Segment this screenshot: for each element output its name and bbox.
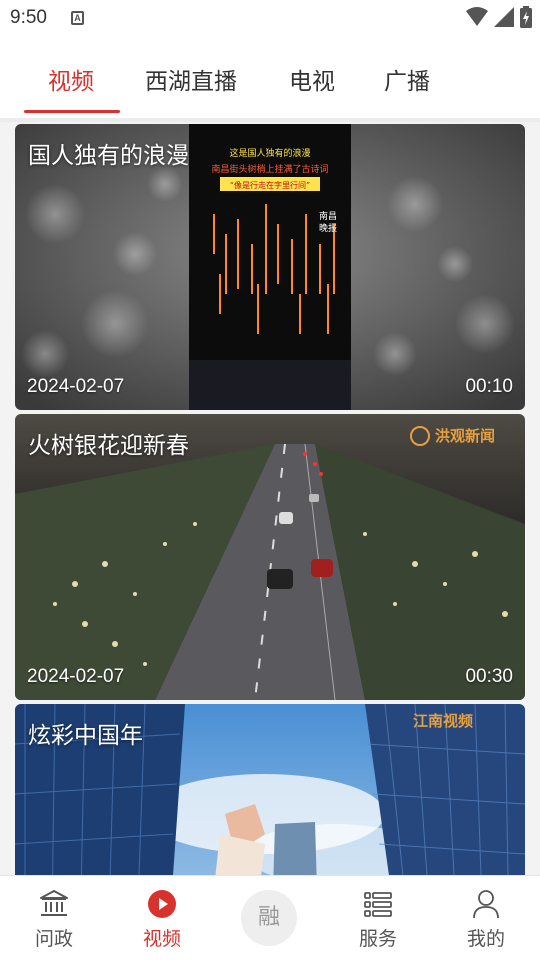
overlay-line-2: 南昌街头树梢上挂满了古诗词 — [211, 163, 328, 175]
nav-item-rong[interactable]: 融 — [216, 876, 324, 960]
status-time: 9:50 — [10, 7, 47, 28]
nav-item-services[interactable]: 服务 — [324, 876, 432, 960]
nav-label: 视频 — [142, 928, 181, 950]
overlay-line-4: 南昌 — [319, 210, 337, 222]
video-duration: 00:10 — [465, 376, 513, 397]
wifi-icon — [466, 7, 488, 26]
video-list[interactable]: 这是国人独有的浪漫 南昌街头树梢上挂满了古诗词 “像是行走在字里行间” 南昌 晚… — [0, 122, 540, 875]
video-title: 炫彩中国年 — [28, 723, 143, 749]
nav-item-wenzheng[interactable]: 问政 — [0, 876, 108, 960]
overlay-line-5: 晚报 — [319, 222, 337, 234]
video-date: 2024-02-07 — [27, 666, 125, 687]
government-building-icon — [40, 890, 68, 916]
bottom-nav: 问政 视频 融 服务 我的 — [0, 875, 540, 960]
notification-a-icon: A — [71, 11, 84, 25]
tab-tv[interactable]: 电视 — [289, 62, 335, 96]
video-card[interactable]: 江南视频 炫彩中国年 — [15, 704, 525, 875]
rong-center-icon: 融 — [241, 890, 297, 946]
active-tab-indicator — [24, 110, 120, 113]
play-circle-icon — [148, 890, 176, 918]
tab-video[interactable]: 视频 — [48, 62, 94, 96]
top-tab-bar: 视频 西湖直播 电视 广播 — [0, 38, 540, 118]
overlay-line-3: “像是行走在字里行间” — [230, 180, 310, 190]
signal-icon — [494, 7, 514, 27]
watermark-text: 江南视频 — [413, 712, 473, 730]
status-bar: 9:50 A — [0, 0, 540, 38]
video-duration: 00:30 — [465, 666, 513, 687]
nav-item-video[interactable]: 视频 — [108, 876, 216, 960]
video-card[interactable]: 这是国人独有的浪漫 南昌街头树梢上挂满了古诗词 “像是行走在字里行间” 南昌 晚… — [15, 124, 525, 410]
video-title: 火树银花迎新春 — [28, 433, 189, 459]
person-icon — [473, 890, 499, 919]
video-title: 国人独有的浪漫 — [28, 143, 189, 169]
watermark-text: 洪观新闻 — [435, 427, 495, 445]
battery-icon — [520, 6, 532, 28]
list-icon — [364, 892, 392, 917]
tab-radio[interactable]: 广播 — [384, 62, 430, 96]
nav-label: 我的 — [466, 928, 505, 950]
tab-xihu-live[interactable]: 西湖直播 — [145, 62, 237, 96]
video-card[interactable]: 洪观新闻 火树银花迎新春 2024-02-07 00:30 — [15, 414, 525, 700]
overlay-line-1: 这是国人独有的浪漫 — [229, 147, 310, 159]
nav-label: 问政 — [34, 928, 73, 950]
nav-label: 服务 — [358, 928, 397, 950]
nav-item-mine[interactable]: 我的 — [432, 876, 540, 960]
video-date: 2024-02-07 — [27, 376, 125, 397]
status-icons — [466, 6, 532, 28]
